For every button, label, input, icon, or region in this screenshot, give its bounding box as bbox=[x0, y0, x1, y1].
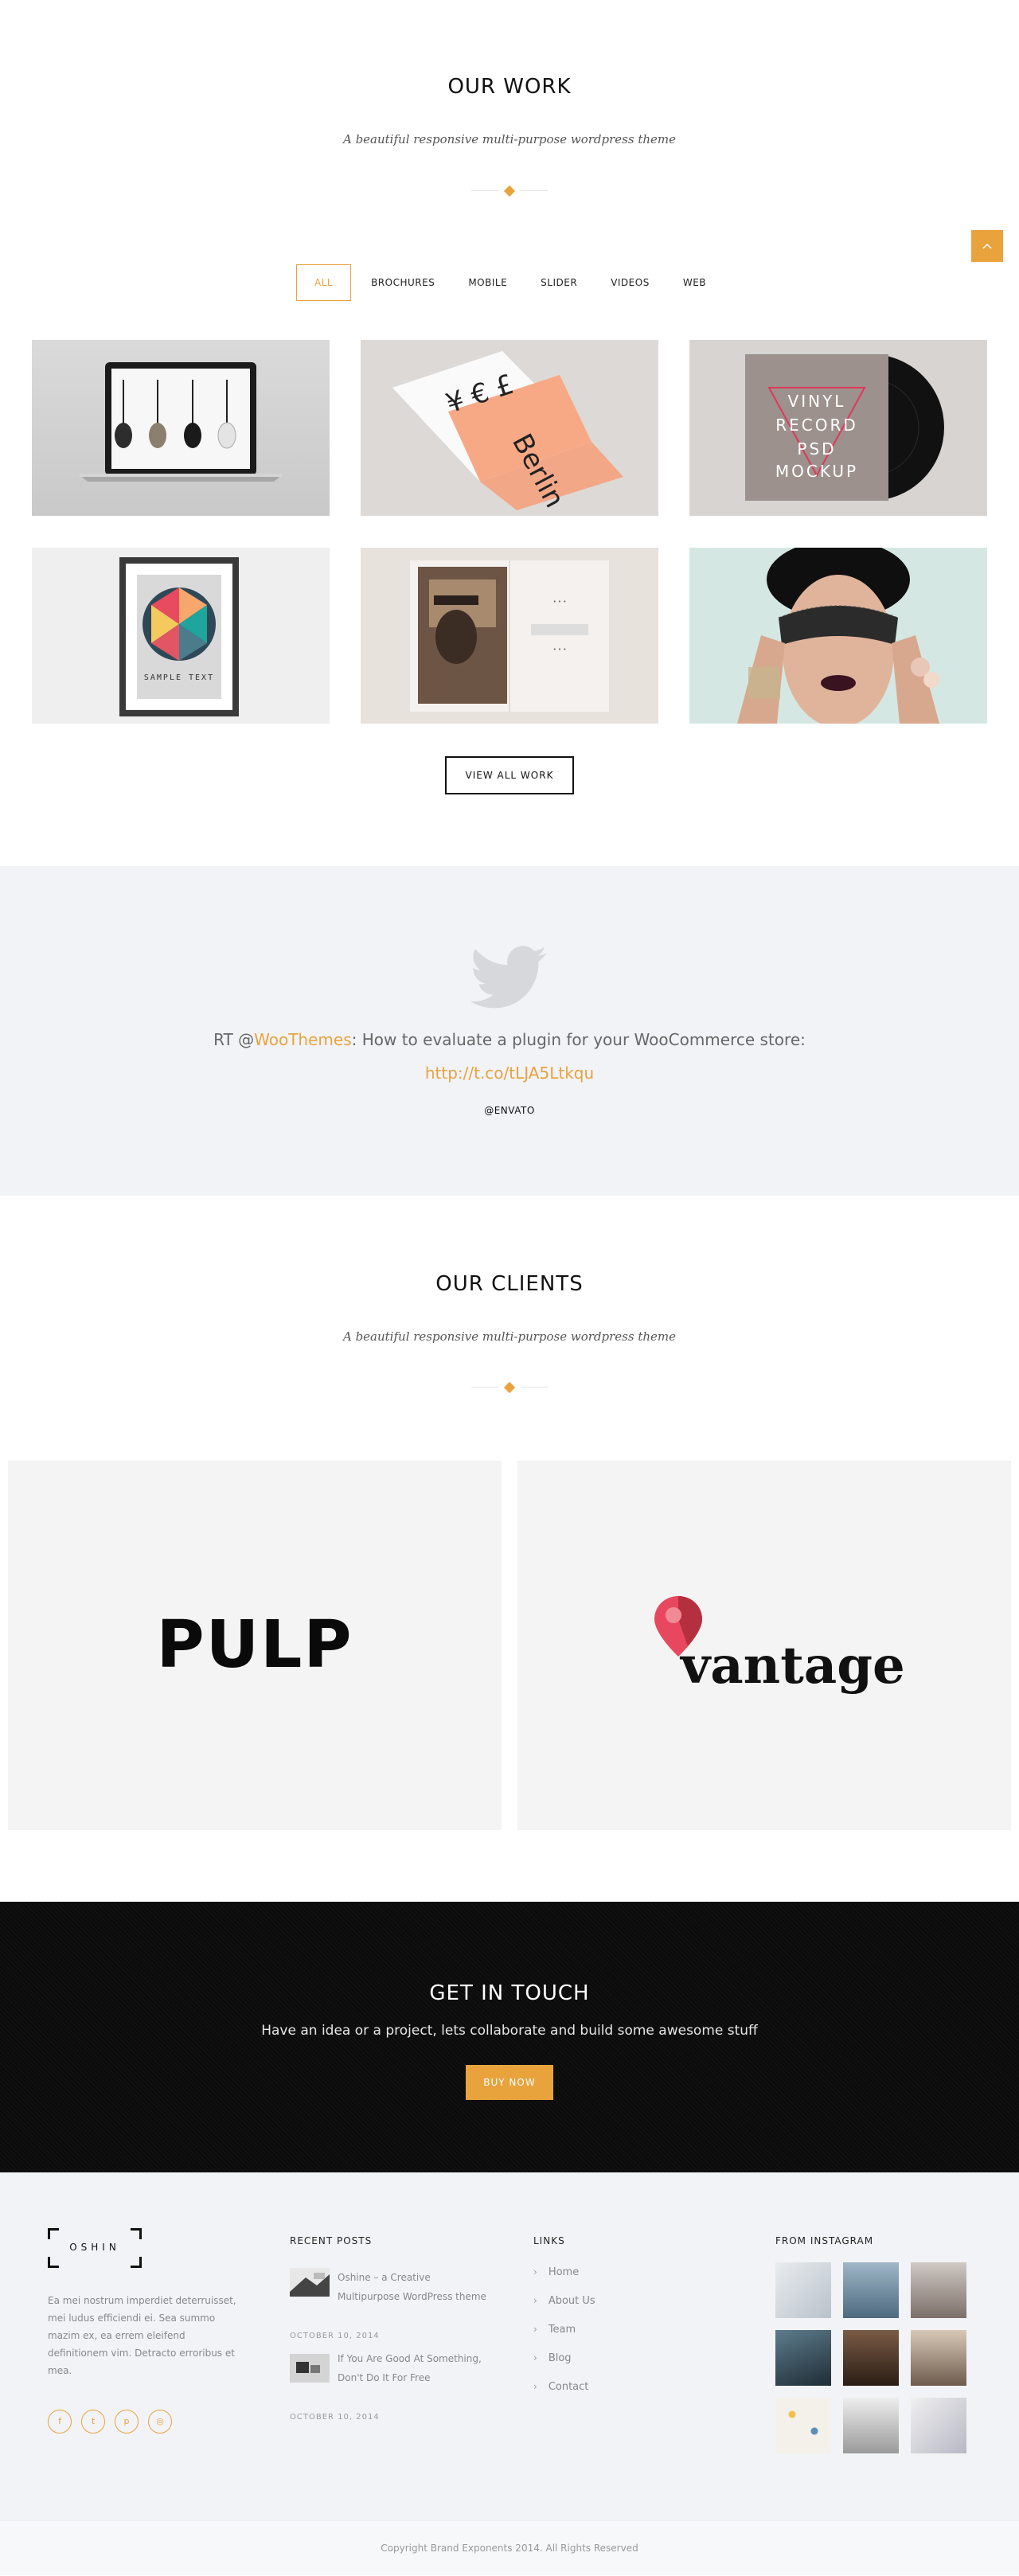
svg-text:MOCKUP: MOCKUP bbox=[775, 462, 858, 481]
tweet-url-link[interactable]: http://t.co/tLJA5Ltkqu bbox=[0, 1064, 1019, 1083]
portfolio-item-lace-portrait[interactable] bbox=[689, 548, 987, 724]
client-logo-vantage[interactable]: vantage bbox=[517, 1461, 1011, 1830]
filter-web[interactable]: WEB bbox=[666, 264, 723, 301]
open-book-image: • • • • • • bbox=[410, 560, 609, 712]
logo-text: OSHIN bbox=[69, 2242, 120, 2253]
svg-text:• • •: • • • bbox=[553, 599, 567, 605]
footer-link-contact[interactable]: › Contact bbox=[533, 2381, 588, 2393]
instagram-photo[interactable] bbox=[775, 2262, 831, 2318]
instagram-photo[interactable] bbox=[775, 2330, 831, 2386]
instagram-photo[interactable] bbox=[911, 2330, 966, 2386]
post-thumbnail bbox=[290, 2354, 330, 2383]
section-divider bbox=[471, 1381, 548, 1394]
link-label: Team bbox=[548, 2324, 576, 2336]
svg-text:• • •: • • • bbox=[553, 646, 567, 653]
post-date: OCTOBER 10, 2014 bbox=[290, 2413, 380, 2422]
tweet-prefix: RT @ bbox=[213, 1030, 255, 1049]
view-all-work-button[interactable]: VIEW ALL WORK bbox=[445, 756, 574, 794]
portfolio-item-berlin-brochure[interactable]: ¥ € £ Berlin bbox=[361, 340, 658, 516]
scroll-to-top-button[interactable] bbox=[971, 230, 1003, 262]
pulp-logo-text: PULP bbox=[156, 1607, 353, 1683]
instagram-photo[interactable] bbox=[775, 2398, 831, 2453]
footer-link-home[interactable]: › Home bbox=[533, 2266, 579, 2278]
chevron-right-icon: › bbox=[533, 2381, 537, 2392]
svg-text:PSD: PSD bbox=[797, 439, 836, 459]
client-logo-pulp[interactable]: PULP bbox=[8, 1461, 502, 1830]
svg-text:RECORD: RECORD bbox=[775, 416, 858, 435]
svg-text:VINYL: VINYL bbox=[788, 392, 846, 411]
post-title[interactable]: If You Are Good At Something, Don't Do I… bbox=[338, 2349, 489, 2387]
instagram-title: FROM INSTAGRAM bbox=[775, 2235, 874, 2246]
twitter-feed-section: RT @WooThemes: How to evaluate a plugin … bbox=[0, 866, 1019, 1196]
dribbble-icon[interactable]: ◎ bbox=[148, 2410, 172, 2434]
vantage-logo-text: vantage bbox=[681, 1636, 905, 1696]
our-work-title: OUR WORK bbox=[447, 75, 572, 99]
chevron-right-icon: › bbox=[533, 2266, 537, 2277]
chevron-right-icon: › bbox=[533, 2352, 537, 2363]
get-in-touch-text: Have an idea or a project, lets collabor… bbox=[261, 2023, 758, 2039]
instagram-photo[interactable] bbox=[911, 2398, 966, 2453]
section-divider bbox=[471, 185, 548, 197]
chevron-up-icon bbox=[982, 243, 992, 249]
portfolio-item-open-book[interactable]: • • • • • • bbox=[361, 548, 658, 724]
portfolio-item-framed-poster[interactable]: SAMPLE TEXT bbox=[32, 548, 330, 724]
facebook-icon[interactable]: f bbox=[48, 2410, 72, 2434]
our-work-subtitle: A beautiful responsive multi-purpose wor… bbox=[342, 132, 677, 146]
vinyl-record-image: VINYL RECORD PSD MOCKUP bbox=[745, 354, 944, 501]
filter-all[interactable]: ALL bbox=[295, 264, 352, 301]
get-in-touch-title: GET IN TOUCH bbox=[429, 1981, 590, 2005]
portfolio-item-laptop-headphones[interactable] bbox=[32, 340, 330, 516]
tweet-text: RT @WooThemes: How to evaluate a plugin … bbox=[0, 1030, 1019, 1049]
portfolio-item-vinyl-record[interactable]: VINYL RECORD PSD MOCKUP bbox=[689, 340, 987, 516]
portfolio-filters: ALL BROCHURES MOBILE SLIDER VIDEOS WEB bbox=[0, 264, 1019, 301]
footer-about-text: Ea mei nostrum imperdiet deterruisset, m… bbox=[48, 2295, 236, 2376]
chevron-right-icon: › bbox=[533, 2324, 537, 2335]
twitter-icon[interactable]: t bbox=[81, 2410, 105, 2434]
post-title[interactable]: Oshine – a Creative Multipurpose WordPre… bbox=[338, 2268, 489, 2306]
pinterest-icon[interactable]: p bbox=[115, 2410, 139, 2434]
footer-link-team[interactable]: › Team bbox=[533, 2324, 576, 2336]
recent-posts-title: RECENT POSTS bbox=[290, 2235, 373, 2246]
post-date: OCTOBER 10, 2014 bbox=[290, 2332, 380, 2340]
our-clients-subtitle: A beautiful responsive multi-purpose wor… bbox=[342, 1329, 677, 1344]
filter-videos[interactable]: VIDEOS bbox=[594, 264, 666, 301]
diamond-icon bbox=[503, 185, 516, 197]
link-label: About Us bbox=[548, 2295, 595, 2307]
footer-logo[interactable]: OSHIN bbox=[48, 2228, 142, 2268]
chevron-right-icon: › bbox=[533, 2295, 537, 2306]
filter-brochures[interactable]: BROCHURES bbox=[354, 264, 451, 301]
instagram-photo[interactable] bbox=[843, 2398, 899, 2453]
copyright-bar: Copyright Brand Exponents 2014. All Righ… bbox=[0, 2520, 1019, 2575]
link-label: Home bbox=[548, 2266, 580, 2278]
links-title: LINKS bbox=[533, 2235, 565, 2246]
instagram-photo[interactable] bbox=[843, 2262, 899, 2318]
footer: OSHIN Ea mei nostrum imperdiet deterruis… bbox=[0, 2172, 1019, 2520]
buy-now-button[interactable]: BUY NOW bbox=[466, 2065, 553, 2100]
diamond-icon bbox=[503, 1381, 516, 1394]
our-clients-section: OUR CLIENTS A beautiful responsive multi… bbox=[0, 1196, 1019, 1902]
twitter-bird-icon bbox=[471, 946, 547, 1009]
footer-link-about-us[interactable]: › About Us bbox=[533, 2295, 595, 2307]
instagram-photo[interactable] bbox=[911, 2262, 966, 2318]
link-label: Blog bbox=[548, 2352, 572, 2364]
social-links: f t p ◎ bbox=[48, 2410, 172, 2434]
instagram-photo[interactable] bbox=[843, 2330, 899, 2386]
our-work-section: OUR WORK A beautiful responsive multi-pu… bbox=[0, 0, 1019, 866]
footer-link-blog[interactable]: › Blog bbox=[533, 2352, 572, 2364]
post-thumbnail bbox=[290, 2268, 330, 2297]
link-label: Contact bbox=[548, 2381, 589, 2393]
framed-poster-image: SAMPLE TEXT bbox=[119, 557, 239, 716]
tweet-body: : How to evaluate a plugin for your WooC… bbox=[351, 1030, 806, 1049]
lace-portrait-image bbox=[689, 548, 987, 724]
tweet-author[interactable]: @ENVATO bbox=[0, 1105, 1019, 1116]
our-clients-title: OUR CLIENTS bbox=[435, 1272, 584, 1296]
berlin-brochure-image: ¥ € £ Berlin bbox=[392, 351, 623, 513]
tweet-handle-link[interactable]: WooThemes bbox=[254, 1030, 351, 1049]
filter-mobile[interactable]: MOBILE bbox=[451, 264, 524, 301]
filter-slider[interactable]: SLIDER bbox=[524, 264, 594, 301]
laptop-headphones-image bbox=[80, 362, 282, 482]
get-in-touch-section: GET IN TOUCH Have an idea or a project, … bbox=[0, 1902, 1019, 2172]
poster-sample-text: SAMPLE TEXT bbox=[144, 673, 214, 682]
